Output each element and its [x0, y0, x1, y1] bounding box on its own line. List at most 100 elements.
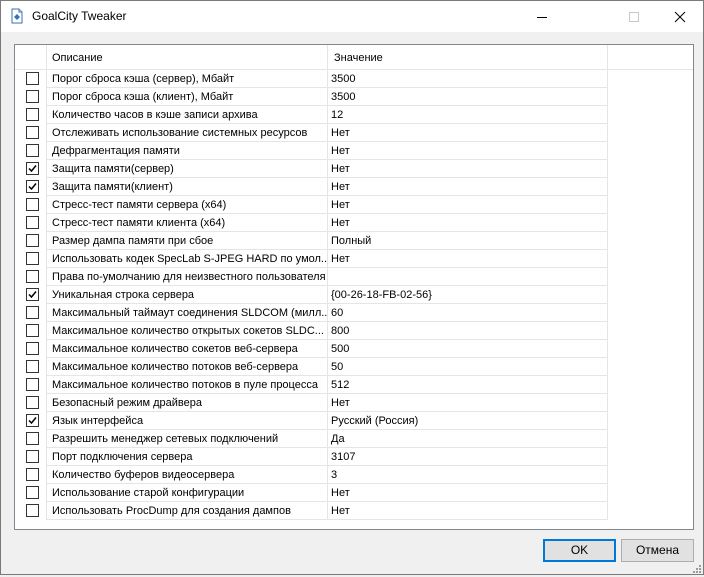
- title-bar[interactable]: GoalCity Tweaker: [1, 1, 703, 32]
- table-row[interactable]: Количество часов в кэше записи архива 12: [15, 106, 693, 124]
- maximize-icon: [629, 12, 639, 22]
- table-row[interactable]: Использование старой конфигурации Нет: [15, 484, 693, 502]
- ok-button[interactable]: OK: [543, 539, 616, 562]
- resize-grip-icon[interactable]: [691, 563, 702, 574]
- check-icon: [28, 291, 37, 299]
- row-value[interactable]: 12: [328, 106, 608, 124]
- row-checkbox[interactable]: [26, 270, 39, 283]
- row-description: Использование старой конфигурации: [46, 484, 328, 502]
- row-checkbox[interactable]: [26, 144, 39, 157]
- row-value[interactable]: 800: [328, 322, 608, 340]
- maximize-button[interactable]: [611, 1, 657, 32]
- check-icon: [28, 183, 37, 191]
- table-row[interactable]: Порог сброса кэша (сервер), Мбайт 3500: [15, 70, 693, 88]
- row-value[interactable]: 3: [328, 466, 608, 484]
- row-value[interactable]: Нет: [328, 196, 608, 214]
- row-value[interactable]: [328, 268, 608, 286]
- row-checkbox[interactable]: [26, 234, 39, 247]
- table-row[interactable]: Права по-умолчанию для неизвестного поль…: [15, 268, 693, 286]
- row-checkbox[interactable]: [26, 306, 39, 319]
- table-row[interactable]: Использовать ProcDump для создания дампо…: [15, 502, 693, 520]
- row-checkbox[interactable]: [26, 432, 39, 445]
- minimize-icon: [537, 17, 547, 18]
- row-value[interactable]: Да: [328, 430, 608, 448]
- row-checkbox[interactable]: [26, 288, 39, 301]
- row-checkbox[interactable]: [26, 216, 39, 229]
- row-checkbox[interactable]: [26, 468, 39, 481]
- header-checkbox-column[interactable]: [15, 45, 47, 69]
- window-title: GoalCity Tweaker: [32, 9, 127, 23]
- row-checkbox[interactable]: [26, 180, 39, 193]
- row-checkbox[interactable]: [26, 72, 39, 85]
- row-value[interactable]: 3107: [328, 448, 608, 466]
- table-row[interactable]: Максимальное количество потоков в пуле п…: [15, 376, 693, 394]
- row-value[interactable]: Русский (Россия): [328, 412, 608, 430]
- row-value[interactable]: 50: [328, 358, 608, 376]
- table-row[interactable]: Язык интерфейса Русский (Россия): [15, 412, 693, 430]
- table-row[interactable]: Максимальное количество открытых сокетов…: [15, 322, 693, 340]
- cancel-button[interactable]: Отмена: [621, 539, 694, 562]
- row-value[interactable]: Нет: [328, 178, 608, 196]
- row-checkbox[interactable]: [26, 342, 39, 355]
- row-value[interactable]: Нет: [328, 214, 608, 232]
- row-value[interactable]: {00-26-18-FB-02-56}: [328, 286, 608, 304]
- table-row[interactable]: Защита памяти(клиент) Нет: [15, 178, 693, 196]
- row-value[interactable]: Нет: [328, 160, 608, 178]
- header-description[interactable]: Описание: [46, 45, 328, 69]
- row-checkbox[interactable]: [26, 252, 39, 265]
- row-value[interactable]: Нет: [328, 394, 608, 412]
- minimize-button[interactable]: [519, 1, 565, 32]
- row-value[interactable]: Полный: [328, 232, 608, 250]
- row-value[interactable]: 500: [328, 340, 608, 358]
- row-checkbox[interactable]: [26, 90, 39, 103]
- row-value[interactable]: 3500: [328, 70, 608, 88]
- row-checkbox[interactable]: [26, 450, 39, 463]
- row-checkbox[interactable]: [26, 360, 39, 373]
- table-row[interactable]: Количество буферов видеосервера 3: [15, 466, 693, 484]
- row-description: Стресс-тест памяти клиента (x64): [46, 214, 328, 232]
- row-checkbox[interactable]: [26, 414, 39, 427]
- table-row[interactable]: Использовать кодек SpecLab S-JPEG HARD п…: [15, 250, 693, 268]
- row-description: Права по-умолчанию для неизвестного поль…: [46, 268, 328, 286]
- table-row[interactable]: Порт подключения сервера 3107: [15, 448, 693, 466]
- close-icon: [674, 11, 686, 23]
- table-row[interactable]: Размер дампа памяти при сбое Полный: [15, 232, 693, 250]
- row-value[interactable]: 512: [328, 376, 608, 394]
- row-checkbox[interactable]: [26, 162, 39, 175]
- table-row[interactable]: Порог сброса кэша (клиент), Мбайт 3500: [15, 88, 693, 106]
- table-row[interactable]: Максимальное количество потоков веб-серв…: [15, 358, 693, 376]
- list-rows: Порог сброса кэша (сервер), Мбайт 3500 Пор…: [15, 70, 693, 520]
- row-value[interactable]: Нет: [328, 124, 608, 142]
- row-description: Использовать ProcDump для создания дампо…: [46, 502, 328, 520]
- row-value[interactable]: Нет: [328, 250, 608, 268]
- table-row[interactable]: Максимальное количество сокетов веб-серв…: [15, 340, 693, 358]
- table-row[interactable]: Защита памяти(сервер) Нет: [15, 160, 693, 178]
- table-row[interactable]: Уникальная строка сервера {00-26-18-FB-02…: [15, 286, 693, 304]
- table-row[interactable]: Максимальный таймаут соединения SLDCOM (…: [15, 304, 693, 322]
- row-checkbox[interactable]: [26, 126, 39, 139]
- table-row[interactable]: Дефрагментация памяти Нет: [15, 142, 693, 160]
- table-row[interactable]: Стресс-тест памяти сервера (x64) Нет: [15, 196, 693, 214]
- row-checkbox[interactable]: [26, 378, 39, 391]
- row-value[interactable]: Нет: [328, 484, 608, 502]
- row-checkbox[interactable]: [26, 504, 39, 517]
- row-value[interactable]: Нет: [328, 502, 608, 520]
- row-description: Максимальное количество сокетов веб-серв…: [46, 340, 328, 358]
- header-value[interactable]: Значение: [328, 45, 608, 69]
- row-checkbox[interactable]: [26, 108, 39, 121]
- row-description: Количество буферов видеосервера: [46, 466, 328, 484]
- row-description: Отслеживать использование системных ресу…: [46, 124, 328, 142]
- settings-list[interactable]: Описание Значение Порог сброса кэша (сер…: [14, 44, 694, 530]
- row-checkbox[interactable]: [26, 324, 39, 337]
- table-row[interactable]: Разрешить менеджер сетевых подключений Да: [15, 430, 693, 448]
- close-button[interactable]: [657, 1, 703, 32]
- table-row[interactable]: Отслеживать использование системных ресу…: [15, 124, 693, 142]
- table-row[interactable]: Безопасный режим драйвера Нет: [15, 394, 693, 412]
- row-checkbox[interactable]: [26, 486, 39, 499]
- table-row[interactable]: Стресс-тест памяти клиента (x64) Нет: [15, 214, 693, 232]
- row-value[interactable]: 60: [328, 304, 608, 322]
- row-value[interactable]: Нет: [328, 142, 608, 160]
- row-value[interactable]: 3500: [328, 88, 608, 106]
- row-checkbox[interactable]: [26, 198, 39, 211]
- row-checkbox[interactable]: [26, 396, 39, 409]
